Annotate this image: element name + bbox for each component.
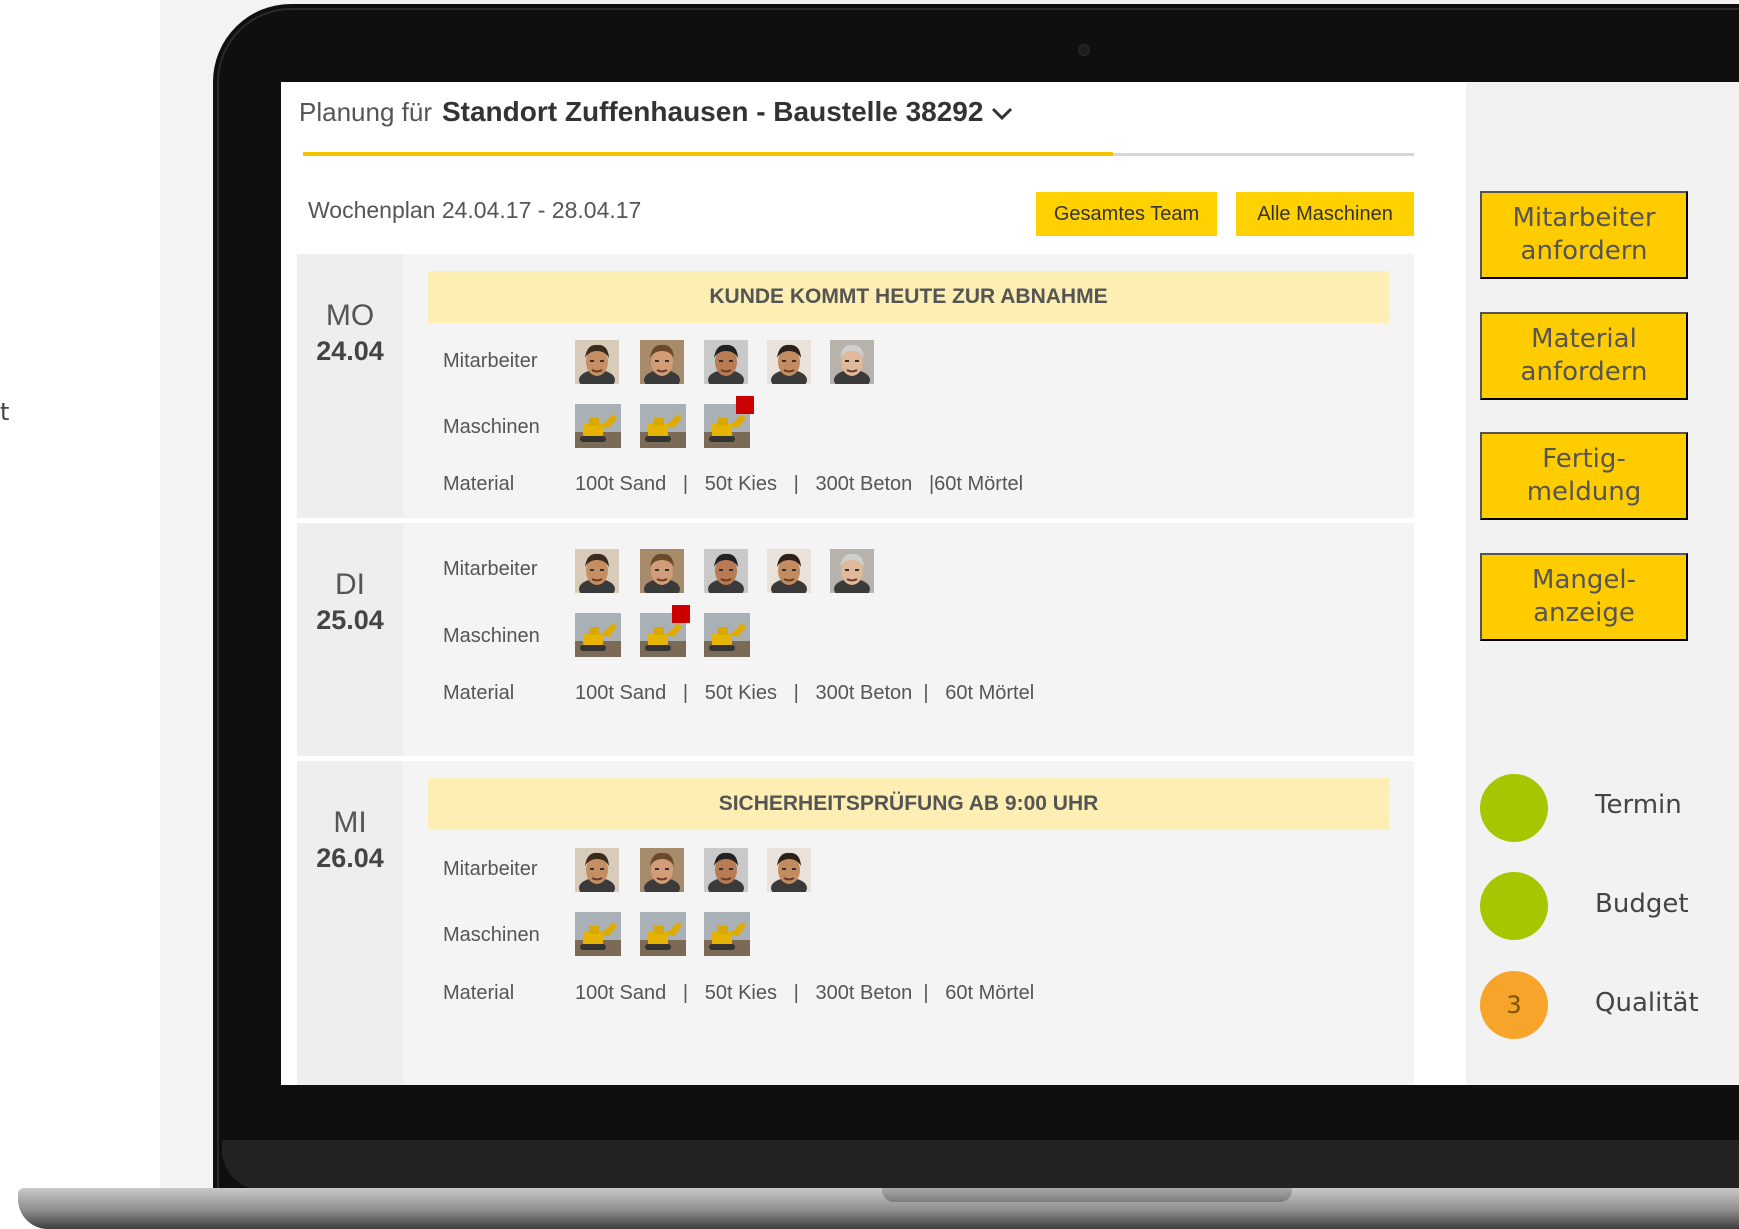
status-dot-termin bbox=[1480, 774, 1548, 842]
laptop-chin bbox=[222, 1140, 1739, 1190]
avatar[interactable] bbox=[640, 848, 684, 892]
laptop-camera-icon bbox=[1078, 44, 1090, 56]
day-column: DI 25.04 bbox=[297, 523, 403, 756]
week-label: Wochenplan 24.04.17 - 28.04.17 bbox=[308, 197, 642, 223]
avatar[interactable] bbox=[830, 549, 874, 593]
all-machines-button[interactable]: Alle Maschinen bbox=[1236, 192, 1414, 236]
avatar[interactable] bbox=[767, 848, 811, 892]
day-date: 24.04 bbox=[316, 336, 384, 366]
machines-label: Maschinen bbox=[443, 924, 540, 946]
site-prefix: Planung für bbox=[299, 97, 432, 127]
defect-report-label-1: Mangel- bbox=[1532, 565, 1636, 595]
request-material-button[interactable]: Material anfordern bbox=[1480, 312, 1688, 400]
day-date: 26.04 bbox=[316, 843, 384, 873]
day-banner: SICHERHEITSPRÜFUNG AB 9:00 UHR bbox=[428, 778, 1389, 830]
avatar[interactable] bbox=[575, 340, 619, 384]
day-date: 25.04 bbox=[316, 605, 384, 635]
avatar[interactable] bbox=[575, 549, 619, 593]
day-name: DI bbox=[335, 568, 365, 601]
material-list: 100t Sand | 50t Kies | 300t Beton | 60t … bbox=[575, 682, 1035, 704]
excavator-icon[interactable] bbox=[640, 912, 686, 956]
request-staff-button[interactable]: Mitarbeiter anfordern bbox=[1480, 191, 1688, 279]
day-banner: KUNDE KOMMT HEUTE ZUR ABNAHME bbox=[428, 271, 1389, 323]
avatar[interactable] bbox=[704, 340, 748, 384]
day-column: MO 24.04 bbox=[297, 254, 403, 518]
request-material-label-1: Material bbox=[1531, 324, 1637, 354]
completion-report-label-1: Fertig- bbox=[1542, 444, 1626, 474]
excavator-icon[interactable] bbox=[575, 912, 621, 956]
status-dot-qualitaet: 3 bbox=[1480, 971, 1548, 1039]
request-staff-label-2: anfordern bbox=[1520, 236, 1648, 266]
excavator-icon[interactable] bbox=[704, 912, 750, 956]
excavator-icon[interactable] bbox=[575, 404, 621, 448]
avatar[interactable] bbox=[704, 848, 748, 892]
status-label-termin: Termin bbox=[1595, 790, 1682, 820]
status-dot-budget bbox=[1480, 872, 1548, 940]
completion-report-button[interactable]: Fertig-meldung bbox=[1480, 432, 1688, 520]
laptop-base bbox=[18, 1188, 1739, 1229]
status-label-qualitaet: Qualität bbox=[1595, 988, 1699, 1018]
material-label: Material bbox=[443, 982, 515, 1004]
excavator-icon[interactable] bbox=[575, 613, 621, 657]
staff-label: Mitarbeiter bbox=[443, 858, 538, 880]
day-name: MI bbox=[333, 806, 367, 839]
day-block-di: DI 25.04 Mitarbeiter Maschinen Material … bbox=[297, 523, 1414, 756]
machines-label: Maschinen bbox=[443, 416, 540, 438]
avatar[interactable] bbox=[640, 340, 684, 384]
laptop-notch bbox=[882, 1188, 1292, 1202]
material-label: Material bbox=[443, 473, 515, 495]
avatar[interactable] bbox=[704, 549, 748, 593]
avatar[interactable] bbox=[640, 549, 684, 593]
header-accent-line bbox=[303, 152, 1113, 156]
day-block-mo: MO 24.04 KUNDE KOMMT HEUTE ZUR ABNAHME M… bbox=[297, 254, 1414, 518]
avatar[interactable] bbox=[830, 340, 874, 384]
day-name: MO bbox=[325, 299, 375, 332]
avatar[interactable] bbox=[767, 340, 811, 384]
completion-report-label-2: meldung bbox=[1526, 477, 1642, 507]
chevron-down-icon bbox=[991, 101, 1013, 127]
site-name: Standort Zuffenhausen - Baustelle 38292 bbox=[441, 96, 984, 127]
day-column: MI 26.04 bbox=[297, 761, 403, 1085]
material-list: 100t Sand | 50t Kies | 300t Beton | 60t … bbox=[575, 982, 1035, 1004]
avatar[interactable] bbox=[767, 549, 811, 593]
defect-report-label-2: anzeige bbox=[1533, 598, 1635, 628]
staff-label: Mitarbeiter bbox=[443, 558, 538, 580]
alert-flag-icon bbox=[672, 605, 690, 623]
material-label: Material bbox=[443, 682, 515, 704]
day-block-mi: MI 26.04 SICHERHEITSPRÜFUNG AB 9:00 UHR … bbox=[297, 761, 1414, 1085]
excavator-icon[interactable] bbox=[704, 613, 750, 657]
alert-flag-icon bbox=[736, 396, 754, 414]
request-staff-label-1: Mitarbeiter bbox=[1512, 203, 1656, 233]
cut-off-text: t bbox=[0, 398, 10, 426]
defect-report-button[interactable]: Mangel-anzeige bbox=[1480, 553, 1688, 641]
avatar[interactable] bbox=[575, 848, 619, 892]
app-screen: Planung für Standort Zuffenhausen - Baust… bbox=[281, 82, 1739, 1085]
staff-label: Mitarbeiter bbox=[443, 350, 538, 372]
status-label-budget: Budget bbox=[1595, 889, 1689, 919]
request-material-label-2: anfordern bbox=[1520, 357, 1648, 387]
excavator-icon[interactable] bbox=[640, 404, 686, 448]
site-selector[interactable]: Planung für Standort Zuffenhausen - Baust… bbox=[299, 96, 1013, 128]
material-list: 100t Sand | 50t Kies | 300t Beton |60t M… bbox=[575, 473, 1024, 495]
whole-team-button[interactable]: Gesamtes Team bbox=[1036, 192, 1217, 236]
machines-label: Maschinen bbox=[443, 625, 540, 647]
